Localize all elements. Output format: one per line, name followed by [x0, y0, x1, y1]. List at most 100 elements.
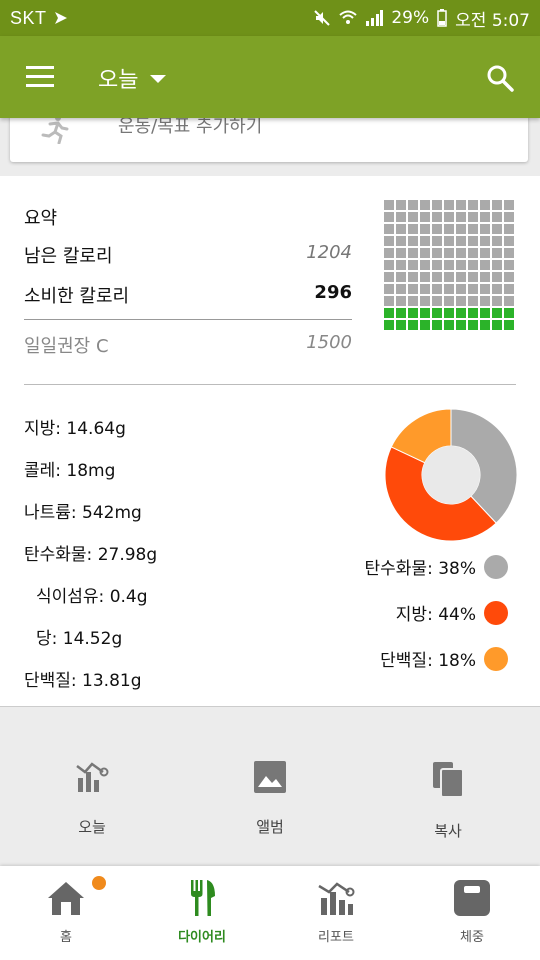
- menu-icon[interactable]: [26, 66, 54, 88]
- nav-home[interactable]: 홈: [6, 876, 126, 945]
- waffle-cell: [444, 308, 454, 318]
- waffle-cell: [444, 260, 454, 270]
- waffle-cell: [432, 236, 442, 246]
- remaining-calories-value: 1204: [306, 242, 352, 263]
- wifi-icon: [339, 9, 358, 27]
- waffle-cell: [432, 320, 442, 330]
- waffle-cell: [468, 296, 478, 306]
- date-selector[interactable]: 오늘: [98, 62, 167, 94]
- app-bar-title: 오늘: [98, 68, 139, 93]
- waffle-cell: [468, 248, 478, 258]
- waffle-cell: [420, 308, 430, 318]
- remaining-calories-label: 남은 칼로리: [24, 246, 113, 267]
- consumed-calories-value: 296: [314, 282, 352, 303]
- waffle-cell: [384, 272, 394, 282]
- waffle-cell: [456, 200, 466, 210]
- waffle-cell: [432, 308, 442, 318]
- waffle-cell: [396, 236, 406, 246]
- carrier-name: SKT: [10, 7, 47, 28]
- legend-fat-label: 지방: 44%: [395, 605, 476, 625]
- summary-panel: 요약 남은 칼로리 1204 소비한 칼로리 296 일일권장 C 1500 지…: [0, 176, 540, 706]
- daily-recommended-value: 1500: [306, 332, 352, 353]
- copy-action-button[interactable]: 복사: [388, 760, 508, 841]
- waffle-cell: [408, 272, 418, 282]
- waffle-cell: [396, 248, 406, 258]
- waffle-cell: [480, 296, 490, 306]
- waffle-cell: [444, 236, 454, 246]
- waffle-cell: [384, 236, 394, 246]
- waffle-cell: [492, 308, 502, 318]
- waffle-cell: [408, 308, 418, 318]
- clock: 오전 5:07: [455, 10, 530, 31]
- daily-recommended-row: 일일권장 C 1500: [24, 332, 352, 358]
- copy-action-label: 복사: [434, 822, 462, 840]
- waffle-cell: [432, 272, 442, 282]
- nutrient-fat: 지방: 14.64g: [24, 419, 126, 439]
- today-action-button[interactable]: 오늘: [32, 760, 152, 837]
- album-action-button[interactable]: 앨범: [210, 760, 330, 837]
- waffle-cell: [492, 320, 502, 330]
- waffle-cell: [396, 212, 406, 222]
- daily-recommended-label: 일일권장 C: [24, 336, 109, 357]
- nav-weight[interactable]: 체중: [412, 880, 532, 945]
- waffle-cell: [456, 284, 466, 294]
- waffle-cell: [384, 200, 394, 210]
- waffle-cell: [492, 260, 502, 270]
- nav-diary[interactable]: 다이어리: [142, 880, 262, 945]
- waffle-cell: [444, 248, 454, 258]
- waffle-cell: [432, 284, 442, 294]
- waffle-cell: [432, 260, 442, 270]
- waffle-cell: [468, 236, 478, 246]
- waffle-cell: [408, 260, 418, 270]
- waffle-cell: [384, 284, 394, 294]
- legend-fat: 지방: 44%: [396, 600, 508, 625]
- waffle-cell: [468, 200, 478, 210]
- waffle-cell: [444, 272, 454, 282]
- waffle-cell: [492, 284, 502, 294]
- waffle-cell: [396, 320, 406, 330]
- nav-home-label: 홈: [60, 930, 72, 945]
- waffle-cell: [504, 260, 514, 270]
- waffle-cell: [408, 200, 418, 210]
- waffle-cell: [504, 320, 514, 330]
- chart-icon: [32, 760, 152, 798]
- search-icon[interactable]: [486, 64, 514, 92]
- waffle-cell: [492, 296, 502, 306]
- waffle-cell: [408, 320, 418, 330]
- nav-report[interactable]: 리포트: [276, 880, 396, 945]
- waffle-cell: [504, 308, 514, 318]
- waffle-cell: [444, 320, 454, 330]
- waffle-cell: [396, 284, 406, 294]
- waffle-cell: [408, 224, 418, 234]
- waffle-cell: [420, 320, 430, 330]
- chevron-down-icon: [150, 75, 167, 83]
- waffle-cell: [456, 248, 466, 258]
- nutrient-carbs: 탄수화물: 27.98g: [24, 545, 158, 565]
- waffle-cell: [468, 224, 478, 234]
- legend-protein-label: 단백질: 18%: [380, 651, 476, 671]
- signal-icon: [365, 10, 384, 26]
- waffle-cell: [468, 320, 478, 330]
- waffle-cell: [456, 272, 466, 282]
- waffle-cell: [384, 296, 394, 306]
- remaining-calories-row: 남은 칼로리 1204: [24, 242, 352, 268]
- waffle-cell: [480, 284, 490, 294]
- waffle-cell: [432, 248, 442, 258]
- waffle-cell: [444, 296, 454, 306]
- waffle-cell: [396, 260, 406, 270]
- waffle-cell: [468, 308, 478, 318]
- waffle-cell: [480, 272, 490, 282]
- waffle-cell: [444, 224, 454, 234]
- waffle-cell: [444, 212, 454, 222]
- waffle-cell: [504, 224, 514, 234]
- calorie-waffle-chart: [384, 200, 516, 330]
- chart-icon: [276, 880, 396, 920]
- nutrient-fiber: 식이섬유: 0.4g: [36, 587, 148, 607]
- waffle-cell: [432, 224, 442, 234]
- waffle-cell: [480, 224, 490, 234]
- legend-carbs-dot: [484, 554, 508, 579]
- image-icon: [210, 760, 330, 798]
- waffle-cell: [480, 212, 490, 222]
- waffle-cell: [420, 236, 430, 246]
- legend-protein-dot: [484, 646, 508, 671]
